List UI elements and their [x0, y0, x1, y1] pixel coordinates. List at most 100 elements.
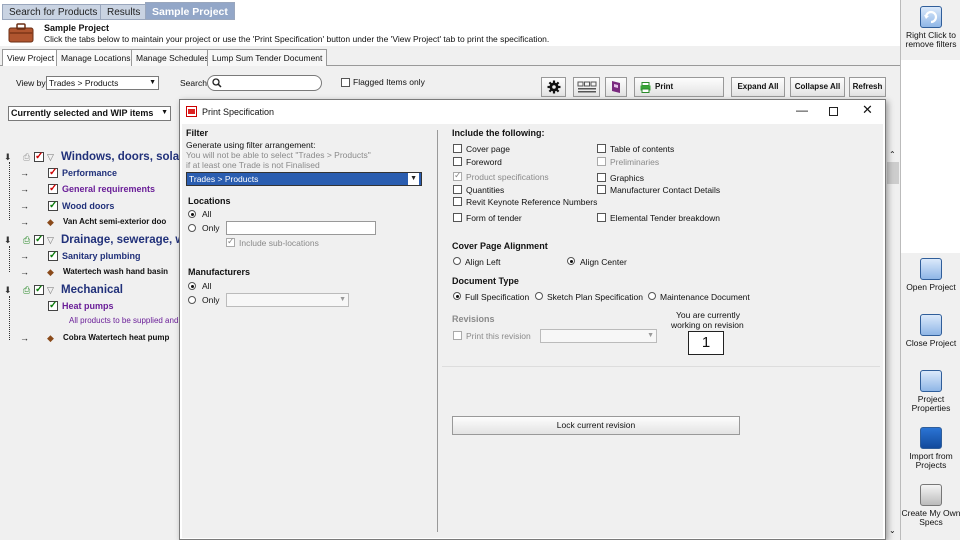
create-specs-button[interactable]: Create My Own Specs [901, 484, 960, 527]
scroll-down-icon[interactable]: ⌄ [889, 526, 896, 535]
dialog-title-bar: Print Specification — ✕ [180, 100, 885, 124]
form-of-tender-checkbox[interactable] [453, 213, 462, 222]
revit-button[interactable] [605, 77, 627, 97]
revision-select[interactable]: ▼ [540, 329, 657, 343]
align-center-radio[interactable] [567, 257, 575, 265]
collapse-all-button[interactable]: Collapse All [790, 77, 845, 97]
remove-filters-button[interactable]: Right Click to remove filters [901, 6, 960, 49]
close-project-button[interactable]: Close Project [901, 314, 960, 348]
chevron-down-icon: ▼ [339, 296, 346, 303]
cover-page-label: Cover page [466, 144, 510, 154]
locations-only-label: Only [202, 223, 220, 233]
locations-all-radio[interactable] [188, 210, 196, 218]
include-sub-locations-checkbox[interactable] [226, 236, 235, 247]
tab-manage-locations[interactable]: Manage Locations [56, 49, 136, 66]
lock-revision-button[interactable]: Lock current revision [452, 416, 740, 435]
working-on-revision-line-1: You are currently [676, 310, 740, 320]
tab-sample-project[interactable]: Sample Project [145, 2, 235, 20]
funnel-icon: ▽ [47, 235, 54, 245]
tab-view-project[interactable]: View Project [2, 49, 60, 66]
revit-icon [612, 81, 620, 93]
item-checkbox[interactable] [48, 166, 58, 180]
wip-items-select[interactable]: Currently selected and WIP items ▼ [8, 106, 171, 121]
expand-arrow-icon[interactable]: ⬇ [4, 233, 12, 247]
document-type-heading: Document Type [452, 276, 519, 286]
layout-button[interactable] [573, 77, 600, 97]
category-checkbox[interactable] [34, 233, 44, 247]
cover-page-checkbox[interactable] [453, 144, 462, 153]
right-sidebar: Right Click to remove filters Open Proje… [900, 0, 960, 540]
print-specification-button[interactable]: Print Specification [634, 77, 724, 109]
filter-generate-label: Generate using filter arrangement: [186, 140, 316, 150]
maintenance-document-radio[interactable] [648, 292, 656, 300]
close-icon[interactable]: ✕ [862, 102, 873, 118]
foreword-checkbox[interactable] [453, 157, 462, 166]
settings-button[interactable] [541, 77, 566, 97]
category-label: Drainage, sewerage, w [61, 234, 185, 246]
elemental-tender-label: Elemental Tender breakdown [610, 213, 720, 223]
locations-only-radio[interactable] [188, 224, 196, 232]
category-checkbox[interactable] [34, 150, 44, 164]
preliminaries-checkbox[interactable] [597, 157, 606, 166]
graphics-label: Graphics [610, 173, 645, 183]
item-checkbox[interactable] [48, 249, 58, 263]
sketch-plan-radio[interactable] [535, 292, 543, 300]
table-of-contents-checkbox[interactable] [597, 144, 606, 153]
funnel-icon: ▽ [47, 152, 54, 162]
expand-all-button[interactable]: Expand All [731, 77, 785, 97]
project-properties-button[interactable]: Project Properties [901, 370, 960, 413]
scroll-thumb[interactable] [887, 162, 899, 184]
tab-lump-sum-tender[interactable]: Lump Sum Tender Document [207, 49, 328, 66]
search-input[interactable] [207, 75, 322, 91]
manufacturers-only-radio[interactable] [188, 296, 196, 304]
tree-product-row[interactable]: → ◆ Van Acht semi-exterior doo [20, 215, 180, 229]
locations-heading: Locations [188, 196, 231, 206]
tree-product-row[interactable]: → ◆ Cobra Watertech heat pump [20, 331, 180, 345]
tree-category-row[interactable]: ⬇ ⎙ ▽ Windows, doors, solar [4, 150, 184, 164]
align-left-radio[interactable] [453, 257, 461, 265]
sketch-plan-label: Sketch Plan Specification [547, 292, 643, 302]
open-project-label: Open Project [906, 282, 956, 292]
tab-search-products[interactable]: Search for Products [2, 4, 105, 20]
tree-scrollbar[interactable]: ⌃ ⌄ [885, 150, 900, 540]
maximize-icon[interactable] [829, 107, 838, 116]
scroll-up-icon[interactable]: ⌃ [889, 150, 896, 159]
printer-icon [640, 82, 651, 93]
tree-category-row[interactable]: ⬇ ⎙ ▽ Mechanical [4, 283, 180, 297]
manufacturers-only-select[interactable]: ▼ [226, 293, 349, 307]
refresh-button[interactable]: Refresh [849, 77, 886, 97]
open-project-button[interactable]: Open Project [901, 258, 960, 292]
tree-category-row[interactable]: ⬇ ⎙ ▽ Drainage, sewerage, w [4, 233, 184, 247]
filter-arrangement-select[interactable]: Trades > Products ▼ [186, 172, 422, 186]
flagged-items-checkbox[interactable] [341, 78, 350, 87]
product-specs-checkbox[interactable] [453, 170, 462, 181]
revit-keynote-checkbox[interactable] [453, 197, 462, 206]
expand-arrow-icon[interactable]: ⬇ [4, 283, 12, 297]
item-checkbox[interactable] [48, 299, 58, 313]
import-projects-button[interactable]: Import from Projects [901, 427, 960, 470]
tree-connector [9, 162, 10, 220]
include-sub-locations-label: Include sub-locations [239, 238, 319, 248]
quantities-label: Quantities [466, 185, 505, 195]
graphics-checkbox[interactable] [597, 173, 606, 182]
quantities-checkbox[interactable] [453, 185, 462, 194]
manufacturer-contact-checkbox[interactable] [597, 185, 606, 194]
print-revision-checkbox[interactable] [453, 331, 462, 340]
locations-only-input[interactable] [226, 221, 376, 235]
tab-manage-schedules[interactable]: Manage Schedules [131, 49, 214, 66]
filter-warning-2: if at least one Trade is not Finalised [186, 160, 320, 170]
item-checkbox[interactable] [48, 182, 58, 196]
expand-arrow-icon[interactable]: ⬇ [4, 150, 12, 164]
full-specification-radio[interactable] [453, 292, 461, 300]
manufacturers-all-radio[interactable] [188, 282, 196, 290]
item-checkbox[interactable] [48, 199, 58, 213]
minimize-icon[interactable]: — [796, 103, 808, 117]
tree-product-row[interactable]: → ◆ Watertech wash hand basin [20, 265, 180, 279]
tab-results[interactable]: Results [100, 4, 148, 20]
category-checkbox[interactable] [34, 283, 44, 297]
elemental-tender-checkbox[interactable] [597, 213, 606, 222]
gear-icon [547, 80, 560, 94]
view-by-select[interactable]: Trades > Products ▼ [46, 76, 159, 90]
dialog-title: Print Specification [202, 107, 275, 117]
wip-items-value: Currently selected and WIP items [11, 108, 154, 118]
